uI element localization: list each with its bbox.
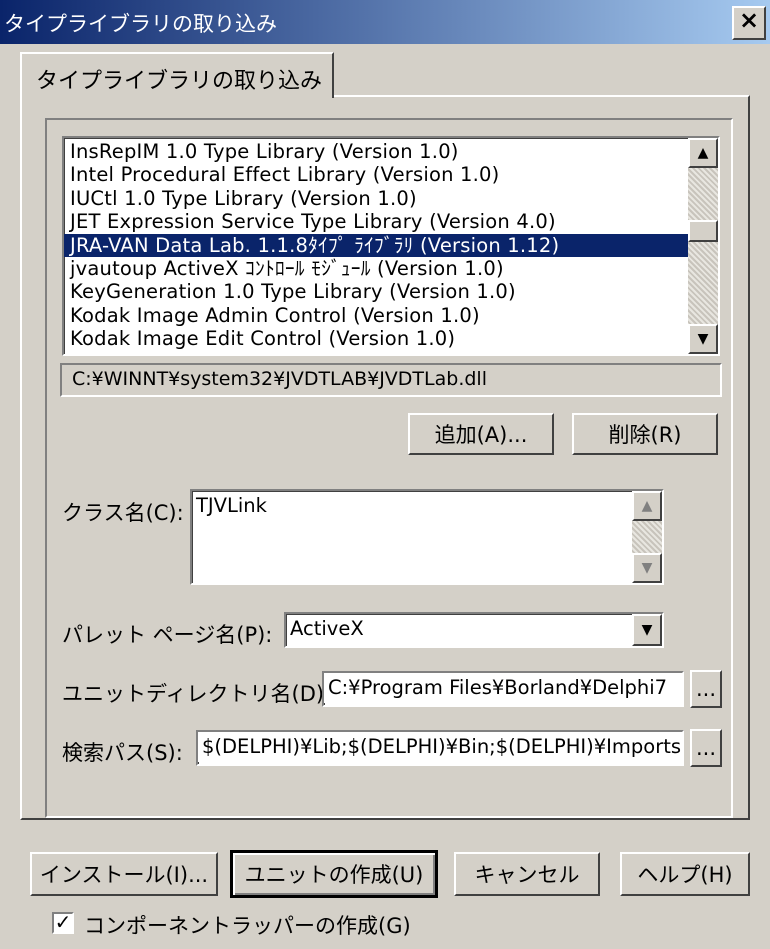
- title-bar: タイプライブラリの取り込み ×: [0, 0, 770, 44]
- list-item[interactable]: InsRepIM 1.0 Type Library (Version 1.0): [64, 140, 688, 163]
- palette-page-value: ActiveX: [290, 617, 364, 640]
- list-item[interactable]: jvautoup ActiveX ｺﾝﾄﾛｰﾙ ﾓｼﾞｭｰﾙ (Version …: [64, 257, 688, 280]
- class-scroll-down[interactable]: ▼: [632, 553, 662, 583]
- search-path-value[interactable]: $(DELPHI)¥Lib;$(DELPHI)¥Bin;$(DELPHI)¥Im…: [198, 732, 682, 762]
- browse-label: ...: [695, 677, 717, 701]
- browse-label: ...: [695, 736, 717, 760]
- tab-label: タイプライブラリの取り込み: [36, 69, 323, 94]
- arrow-up-icon: ▲: [697, 145, 709, 161]
- list-item-selected[interactable]: JRA-VAN Data Lab. 1.1.8ﾀｲﾌﾟ ﾗｲﾌﾞﾗﾘ (Vers…: [64, 233, 688, 257]
- library-path: C:¥WINNT¥system32¥JVDTLAB¥JVDTLab.dll: [60, 363, 722, 397]
- search-path-label: 検索パス(S):: [62, 741, 183, 765]
- unit-dir-value[interactable]: C:¥Program Files¥Borland¥Delphi7: [324, 673, 682, 703]
- create-unit-label: ユニットの作成(U): [244, 863, 424, 887]
- chevron-down-icon: ▼: [641, 622, 653, 638]
- list-item[interactable]: Kodak Image Admin Control (Version 1.0): [64, 304, 688, 327]
- list-item[interactable]: JET Expression Service Type Library (Ver…: [64, 210, 688, 233]
- scroll-up-button[interactable]: ▲: [688, 138, 718, 168]
- palette-page-select[interactable]: ActiveX ▼: [284, 612, 664, 648]
- class-scroll-up[interactable]: ▲: [632, 491, 662, 521]
- scroll-down-button[interactable]: ▼: [688, 324, 718, 354]
- help-button-label: ヘルプ(H): [637, 863, 733, 887]
- unit-dir-input[interactable]: C:¥Program Files¥Borland¥Delphi7: [322, 671, 684, 707]
- close-button[interactable]: ×: [732, 6, 766, 40]
- search-path-browse-button[interactable]: ...: [690, 729, 722, 767]
- window-title: タイプライブラリの取り込み: [4, 12, 277, 36]
- dropdown-button[interactable]: ▼: [632, 614, 662, 646]
- type-library-list[interactable]: InsRepIM 1.0 Type Library (Version 1.0) …: [62, 136, 720, 356]
- tab-import-type-library[interactable]: タイプライブラリの取り込み: [20, 52, 334, 98]
- list-item[interactable]: KeyGeneration 1.0 Type Library (Version …: [64, 280, 688, 303]
- help-button[interactable]: ヘルプ(H): [620, 852, 750, 896]
- scroll-thumb[interactable]: [688, 220, 718, 242]
- add-button-label: 追加(A)...: [434, 423, 528, 447]
- search-path-input[interactable]: $(DELPHI)¥Lib;$(DELPHI)¥Bin;$(DELPHI)¥Im…: [196, 730, 684, 766]
- unit-dir-browse-button[interactable]: ...: [690, 670, 722, 708]
- cancel-button[interactable]: キャンセル: [454, 852, 600, 896]
- list-item[interactable]: IUCtl 1.0 Type Library (Version 1.0): [64, 187, 688, 210]
- create-unit-button[interactable]: ユニットの作成(U): [230, 850, 438, 898]
- arrow-down-icon: ▼: [697, 331, 709, 347]
- class-name-list[interactable]: TJVLink ▲ ▼: [190, 489, 664, 585]
- add-button[interactable]: 追加(A)...: [408, 413, 554, 455]
- remove-button-label: 削除(R): [608, 423, 682, 447]
- create-wrapper-label[interactable]: コンポーネントラッパーの作成(G): [84, 910, 411, 940]
- class-scrollbar[interactable]: ▲ ▼: [632, 491, 662, 583]
- palette-page-label: パレット ページ名(P):: [62, 623, 273, 647]
- checkmark-icon: ✓: [54, 910, 72, 934]
- cancel-button-label: キャンセル: [474, 863, 580, 887]
- class-name-value[interactable]: TJVLink: [192, 491, 632, 521]
- install-button[interactable]: インストール(I)...: [30, 852, 218, 896]
- arrow-down-icon: ▼: [641, 560, 653, 576]
- class-name-label: クラス名(C):: [62, 501, 184, 525]
- list-items: InsRepIM 1.0 Type Library (Version 1.0) …: [64, 140, 688, 351]
- close-icon: ×: [738, 6, 760, 34]
- list-item[interactable]: Kodak Image Edit Control (Version 1.0): [64, 327, 688, 350]
- list-scrollbar[interactable]: ▲ ▼: [688, 138, 718, 354]
- arrow-up-icon: ▲: [641, 498, 653, 514]
- remove-button[interactable]: 削除(R): [572, 413, 718, 455]
- create-wrapper-checkbox[interactable]: ✓: [52, 912, 74, 934]
- install-button-label: インストール(I)...: [39, 863, 209, 887]
- list-item[interactable]: Intel Procedural Effect Library (Version…: [64, 163, 688, 186]
- unit-dir-label: ユニットディレクトリ名(D):: [62, 682, 332, 706]
